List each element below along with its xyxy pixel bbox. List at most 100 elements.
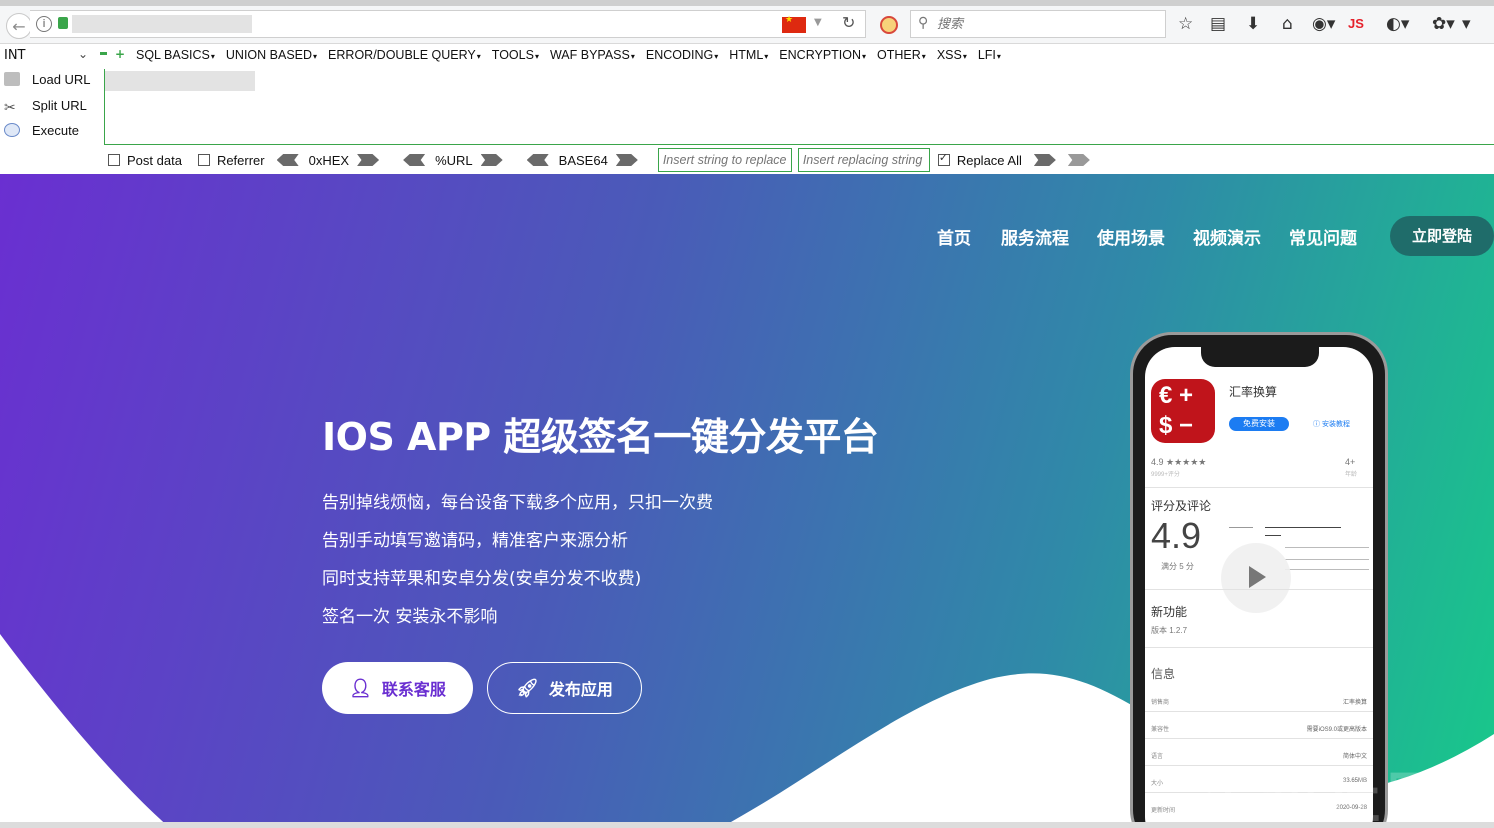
home-icon[interactable]: ⌂ [1282,14,1293,34]
divider [1145,738,1373,739]
checkbox-box-checked[interactable] [937,151,950,166]
app-name: 汇率换算 [1229,385,1278,399]
reload-icon[interactable]: ↻ [842,13,855,32]
replacing-input[interactable] [797,148,930,172]
lock-icon [58,17,68,29]
nav-service-flow[interactable]: 服务流程 [1001,224,1069,249]
referrer-checkbox[interactable]: Referrer [197,152,265,168]
nav-home[interactable]: 首页 [937,224,971,249]
url-textarea[interactable] [104,69,1494,145]
load-url-label: Load URL [32,72,91,87]
split-url-button[interactable]: ✂ Split URL [4,98,87,114]
info-row-key: 兼容性 [1151,727,1170,733]
download-icon[interactable]: ⬇ [1246,14,1260,34]
replace-arrow-outline-icon[interactable] [1067,154,1090,166]
login-button[interactable]: 立即登陆 [1390,216,1494,256]
chevron-down-icon[interactable]: ▼ [814,17,822,28]
menu-xss[interactable]: XSS [937,48,967,62]
load-url-icon [4,72,20,86]
reading-list-icon[interactable]: ▤ [1210,14,1226,34]
overflow-menu-icon[interactable]: ▾ [1462,14,1471,34]
menu-tools[interactable]: TOOLS [492,48,539,62]
watermark: 先知社区 [1200,767,1448,828]
hex-decode-arrow-icon[interactable] [276,154,299,166]
search-input[interactable] [935,14,1155,34]
info-row-value: 需要iOS9.0或更高版本 [1306,727,1367,733]
url-decode-arrow-icon[interactable] [403,154,426,166]
info-title: 信息 [1151,667,1176,681]
info-row-key: 销售商 [1151,700,1170,706]
hackbar-panel: INT ⌄ + SQL BASICS UNION BASED ERROR/DOU… [0,44,1494,174]
referrer-label: Referrer [216,152,265,168]
menu-encoding[interactable]: ENCODING [646,48,718,62]
replace-all-checkbox[interactable]: Replace All [937,151,1022,168]
help-icon: ⓘ [1313,421,1320,428]
checkbox-box[interactable] [197,153,210,166]
install-button[interactable]: 免费安装 [1229,417,1289,431]
divider [1145,647,1373,648]
replace-input[interactable] [657,148,792,172]
rating-bar-1 [1285,569,1369,570]
menu-error-double-query[interactable]: ERROR/DOUBLE QUERY [328,48,481,62]
new-features-title: 新功能 [1151,605,1188,619]
out-of-label: 满分 5 分 [1161,562,1194,571]
base64-decode-arrow-icon[interactable] [526,154,549,166]
publish-app-label: 发布应用 [548,680,613,699]
hex-label: 0xHEX [308,152,350,168]
minus-icon[interactable] [100,52,107,55]
menu-union-based[interactable]: UNION BASED [226,48,317,62]
hex-encode-arrow-icon[interactable] [357,154,380,166]
noscript-icon[interactable] [880,16,898,34]
js-toggle-icon[interactable]: JS [1348,16,1364,31]
hackbar-menu: SQL BASICS UNION BASED ERROR/DOUBLE QUER… [136,48,1001,62]
nav-video-demo[interactable]: 视频演示 [1193,224,1261,249]
version-select[interactable]: INT ⌄ [4,47,90,68]
app-icon: € + $ − [1151,379,1215,443]
info-row-key: 更新时间 [1151,808,1176,814]
menu-other[interactable]: OTHER [877,48,926,62]
contact-support-button[interactable]: 👤︎ 联系客服 [322,662,473,714]
rocket-icon: 🚀︎ [516,677,539,699]
extension-icon[interactable]: ◉▾ [1312,14,1335,34]
translate-icon[interactable]: ◐▾ [1386,14,1409,34]
checkbox-box[interactable] [108,153,120,166]
publish-app-button[interactable]: 🚀︎ 发布应用 [487,662,642,714]
post-data-checkbox[interactable]: Post data [108,153,182,168]
hero-line-2: 告别手动填写邀请码，精准客户来源分析 [322,531,628,551]
tutorial-label: 安装教程 [1321,421,1350,428]
address-bar[interactable]: i ▼ ↻ [30,10,866,38]
menu-encryption[interactable]: ENCRYPTION [779,48,866,62]
execute-button[interactable]: Execute [4,123,79,138]
info-icon[interactable]: i [36,16,52,32]
url-encode-arrow-icon[interactable] [480,154,503,166]
menu-waf-bypass[interactable]: WAF BYPASS [550,48,635,62]
replace-arrow-icon[interactable] [1033,154,1056,166]
nav-faq[interactable]: 常见问题 [1289,224,1357,249]
menu-sql-basics[interactable]: SQL BASICS [136,48,215,62]
divider [1145,487,1373,488]
age-rating: 4+ [1345,457,1356,467]
bookmark-star-icon[interactable]: ☆ [1178,14,1193,34]
info-row-key: 大小 [1151,781,1164,787]
user-icon: 👤︎ [349,677,372,699]
info-row-value: 汇率换算 [1342,700,1367,706]
china-flag-icon[interactable] [782,15,806,33]
play-video-icon[interactable] [1221,543,1291,613]
menu-lfi[interactable]: LFI [978,48,1001,62]
chevron-down-icon: ⌄ [77,47,88,61]
addon-icon[interactable]: ✿▾ [1432,14,1455,34]
phone-notch [1201,347,1319,367]
hero-line-4: 签名一次 安装永不影响 [322,607,498,627]
hackbar-options: Post data Referrer 0xHEX %URL BASE64 Rep… [108,148,1090,172]
back-button[interactable]: ← [6,13,32,39]
version-label: 版本 1.2.7 [1151,626,1188,635]
search-box[interactable]: ⚲ [910,10,1166,38]
nav-use-cases[interactable]: 使用场景 [1097,224,1165,249]
base64-encode-arrow-icon[interactable] [615,154,638,166]
tutorial-link[interactable]: ⓘ 安装教程 [1313,419,1350,429]
load-url-button[interactable]: Load URL [4,72,91,87]
ratings-count: 9999+评分 [1151,472,1180,478]
menu-html[interactable]: HTML [729,48,768,62]
big-rating: 4.9 [1151,515,1202,556]
plus-icon[interactable]: + [115,47,125,61]
